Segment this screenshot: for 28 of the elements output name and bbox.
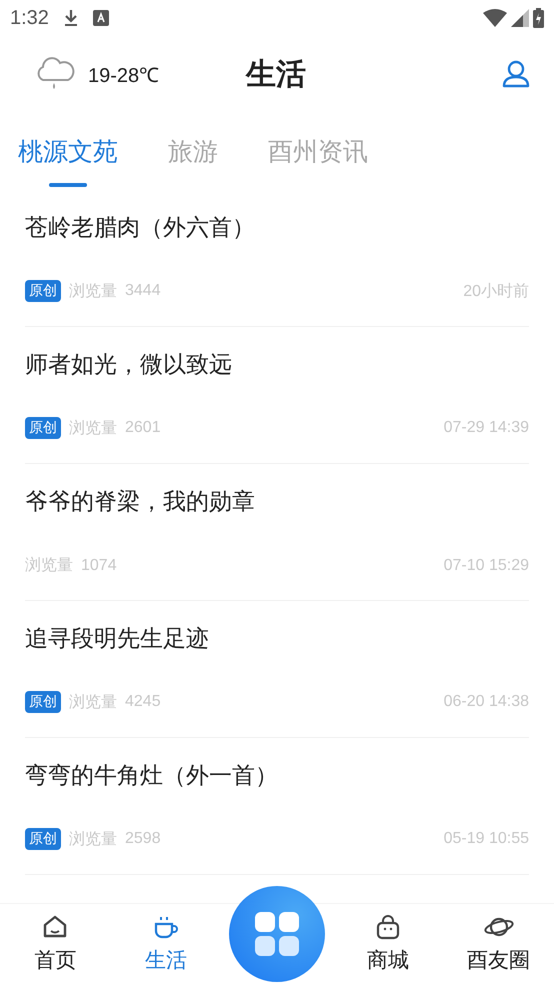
original-badge: 原创 [25, 828, 61, 850]
tab-indicator [49, 183, 87, 187]
article-title[interactable]: 弯弯的牛角灶（外一首） [25, 760, 529, 791]
original-badge: 原创 [25, 691, 61, 713]
bag-icon [374, 914, 401, 940]
nav-tab[interactable]: 酉友圈 [443, 904, 554, 984]
nav-tab[interactable]: 商城 [332, 904, 444, 984]
nav-tab[interactable]: 生活 [110, 904, 222, 984]
user-icon[interactable] [502, 60, 530, 88]
cup-icon [153, 914, 180, 940]
tab[interactable]: 桃源文苑 [18, 112, 118, 190]
status-time: 1:32 [10, 6, 49, 30]
home-icon [42, 914, 68, 940]
battery-icon [533, 8, 544, 28]
page-title: 生活 [246, 56, 306, 94]
article-title[interactable]: 追寻段明先生足迹 [25, 623, 529, 654]
article-title[interactable]: 爷爷的脊梁，我的勋章 [25, 486, 529, 517]
wifi-icon [483, 9, 507, 27]
article-title[interactable]: 苍岭老腊肉（外六首） [25, 212, 529, 243]
download-icon [62, 9, 79, 27]
nav-tab[interactable]: 首页 [0, 904, 111, 984]
grid-icon [254, 912, 299, 956]
original-badge: 原创 [25, 280, 61, 302]
original-badge: 原创 [25, 417, 61, 439]
article-title[interactable]: 师者如光，微以致远 [25, 349, 529, 380]
keyboard-icon [92, 10, 109, 26]
temperature: 19-28℃ [88, 64, 160, 88]
signal-icon [511, 9, 529, 27]
